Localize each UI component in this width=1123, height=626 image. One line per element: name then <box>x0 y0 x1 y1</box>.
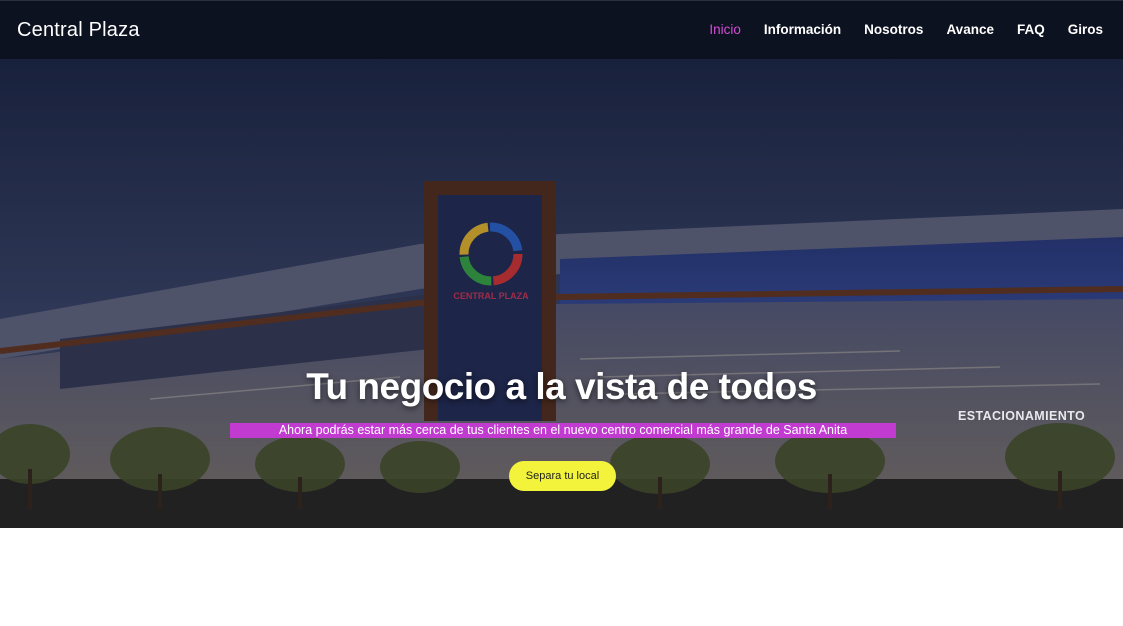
brand-logo-link[interactable]: Central Plaza <box>17 19 140 42</box>
nav-link-faq[interactable]: FAQ <box>1017 22 1045 37</box>
nav-item-nosotros: Nosotros <box>864 21 923 39</box>
hero-overlay <box>0 59 1123 528</box>
nav-link-inicio[interactable]: Inicio <box>709 22 741 37</box>
nav-item-informacion: Información <box>764 21 841 39</box>
nav-item-giros: Giros <box>1068 21 1103 39</box>
nav-link-avance[interactable]: Avance <box>946 22 994 37</box>
content-section <box>0 528 1123 626</box>
nav-item-faq: FAQ <box>1017 21 1045 39</box>
nav-link-nosotros[interactable]: Nosotros <box>864 22 923 37</box>
hero-subtitle: Ahora podrás estar más cerca de tus clie… <box>230 423 896 438</box>
hero-title: Tu negocio a la vista de todos <box>306 366 817 407</box>
main-nav: Inicio Información Nosotros Avance FAQ G… <box>709 21 1103 39</box>
nav-link-giros[interactable]: Giros <box>1068 22 1103 37</box>
hero-banner: CENTRAL PLAZA ESTACIONAMIENTO Tu negocio… <box>0 59 1123 528</box>
building-parking-sign: ESTACIONAMIENTO <box>958 409 1086 423</box>
nav-item-inicio: Inicio <box>709 21 741 39</box>
top-navbar: Central Plaza Inicio Información Nosotro… <box>0 0 1123 59</box>
reserve-local-button[interactable]: Separa tu local <box>509 461 616 491</box>
nav-link-informacion[interactable]: Información <box>764 22 841 37</box>
nav-item-avance: Avance <box>946 21 994 39</box>
